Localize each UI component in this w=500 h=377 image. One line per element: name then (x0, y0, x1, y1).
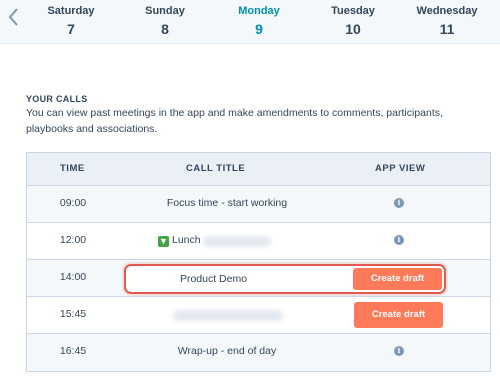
table-row: 15:45 Create draft (27, 297, 490, 334)
call-title: Focus time - start working (166, 197, 288, 209)
call-title: Wrap-up - end of day (177, 345, 277, 357)
day-navigation: Saturday 7 Sunday 8 Monday 9 Tuesday 10 … (0, 0, 500, 44)
call-time: 14:00 (59, 271, 87, 283)
section-description: You can view past meetings in the app an… (26, 107, 443, 135)
day-saturday[interactable]: Saturday 7 (31, 5, 111, 38)
day-number: 9 (255, 21, 263, 37)
day-tuesday[interactable]: Tuesday 10 (313, 5, 393, 38)
call-title: Lunch (172, 234, 201, 246)
info-icon[interactable]: i (394, 235, 404, 245)
day-name: Sunday (145, 5, 185, 17)
table-row: 16:45 Wrap-up - end of day i (27, 334, 490, 371)
redacted-text (203, 236, 271, 247)
header-app-view: APP VIEW (375, 163, 426, 174)
day-number: 10 (345, 21, 361, 37)
day-wednesday[interactable]: Wednesday 11 (407, 5, 487, 38)
info-icon[interactable]: i (394, 346, 404, 356)
highlighted-call: Product Demo Create draft (124, 264, 446, 294)
chevron-left-icon[interactable] (6, 6, 20, 28)
day-name: Saturday (47, 5, 95, 17)
table-header: TIME CALL TITLE APP VIEW (27, 153, 490, 186)
calls-table: TIME CALL TITLE APP VIEW 09:00 Focus tim… (26, 152, 491, 372)
call-time: 09:00 (59, 197, 87, 209)
table-row: 14:00 Product Demo Create draft (27, 260, 490, 297)
call-time: 15:45 (59, 308, 87, 320)
info-icon[interactable]: i (394, 198, 404, 208)
day-name: Tuesday (331, 5, 375, 17)
day-sunday[interactable]: Sunday 8 (125, 5, 205, 38)
day-number: 7 (67, 21, 75, 37)
green-arrow-icon: ▼ (158, 236, 169, 247)
header-call-title: CALL TITLE (186, 163, 246, 174)
day-name: Wednesday (416, 5, 478, 17)
redacted-text (173, 310, 283, 321)
header-time: TIME (60, 163, 85, 174)
create-draft-button[interactable]: Create draft (354, 302, 443, 328)
call-title-cell: ▼ Lunch (158, 234, 201, 247)
day-number: 8 (161, 21, 169, 37)
call-title: Product Demo (179, 273, 248, 285)
call-time: 12:00 (59, 234, 87, 246)
day-monday[interactable]: Monday 9 (219, 5, 299, 38)
table-row: 09:00 Focus time - start working i (27, 186, 490, 223)
day-name: Monday (238, 5, 280, 17)
section-title: YOUR CALLS (26, 94, 88, 104)
create-draft-button[interactable]: Create draft (353, 268, 442, 290)
table-row: 12:00 ▼ Lunch i (27, 223, 490, 260)
day-number: 11 (439, 21, 455, 37)
call-time: 16:45 (59, 345, 87, 357)
